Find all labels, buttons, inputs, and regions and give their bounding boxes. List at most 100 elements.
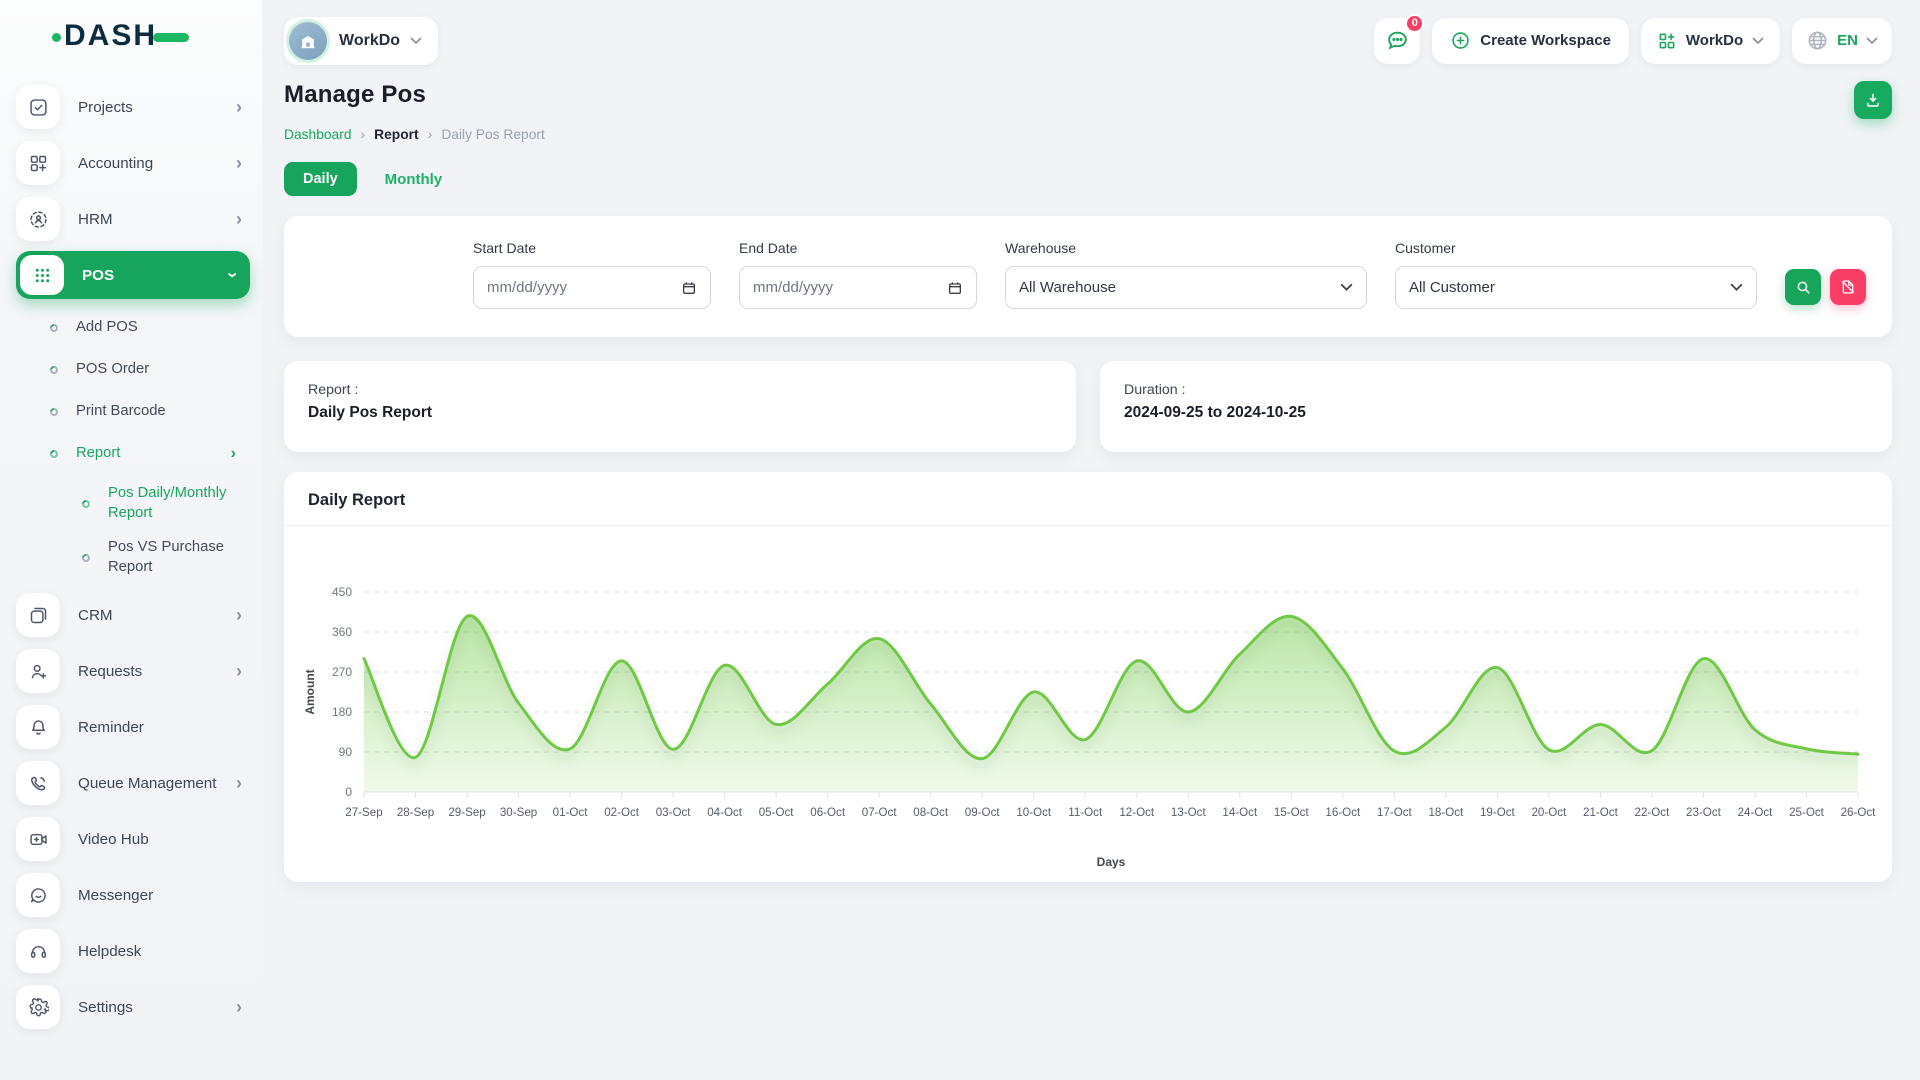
chevron-right-icon: › [236, 774, 242, 792]
tab-daily[interactable]: Daily [284, 162, 357, 196]
title-row: Manage Pos [284, 81, 1892, 119]
svg-text:29-Sep: 29-Sep [448, 806, 485, 819]
bullet-ring-icon [48, 448, 59, 459]
chevron-right-icon: › [236, 98, 242, 116]
duration-value: 2024-09-25 to 2024-10-25 [1124, 404, 1868, 422]
download-button[interactable] [1854, 81, 1892, 119]
tab-monthly[interactable]: Monthly [385, 171, 443, 188]
grid-plus-icon [16, 141, 60, 185]
svg-text:17-Oct: 17-Oct [1377, 806, 1413, 819]
svg-text:10-Oct: 10-Oct [1016, 806, 1052, 819]
logo-dash-icon [153, 33, 189, 42]
sidebar-menu: Projects › Accounting › HRM › [0, 71, 262, 1049]
warehouse-select[interactable]: All Warehouse [1005, 266, 1367, 309]
svg-text:25-Oct: 25-Oct [1789, 806, 1825, 819]
svg-text:13-Oct: 13-Oct [1171, 806, 1207, 819]
calendar-icon [947, 280, 963, 296]
chevron-down-icon [410, 37, 422, 45]
search-icon [1795, 279, 1812, 296]
svg-text:21-Oct: 21-Oct [1583, 806, 1619, 819]
svg-text:04-Oct: 04-Oct [707, 806, 743, 819]
chart-header: Daily Report [284, 472, 1892, 526]
reset-filter-button[interactable] [1830, 269, 1866, 305]
chevron-down-icon [1866, 37, 1878, 45]
filter-card: Start Date mm/dd/yyyy End Date mm/dd/yyy… [284, 216, 1892, 337]
svg-text:0: 0 [345, 785, 352, 799]
sidebar-item-accounting[interactable]: Accounting › [16, 139, 250, 187]
sidebar-item-pos-order[interactable]: POS Order [16, 349, 250, 391]
sidebar-item-reminder[interactable]: Reminder [16, 703, 250, 751]
chevron-down-icon [1340, 283, 1353, 292]
svg-text:22-Oct: 22-Oct [1635, 806, 1671, 819]
sidebar-item-video-hub[interactable]: Video Hub [16, 815, 250, 863]
breadcrumb: Dashboard › Report › Daily Pos Report [284, 126, 1892, 142]
bullet-ring-icon [48, 406, 59, 417]
chevron-right-icon: › [236, 210, 242, 228]
svg-text:27-Sep: 27-Sep [345, 806, 382, 819]
headset-icon [16, 929, 60, 973]
chart-area: 09018027036045027-Sep28-Sep29-Sep30-Sep0… [284, 526, 1892, 882]
filter-buttons [1785, 269, 1866, 305]
sidebar-item-settings[interactable]: Settings › [16, 983, 250, 1031]
browser-window-icon [16, 593, 60, 637]
create-workspace-button[interactable]: Create Workspace [1432, 18, 1629, 64]
end-date-input[interactable]: mm/dd/yyyy [739, 266, 977, 309]
search-button[interactable] [1785, 269, 1821, 305]
customer-select[interactable]: All Customer [1395, 266, 1757, 309]
svg-text:23-Oct: 23-Oct [1686, 806, 1722, 819]
breadcrumb-dashboard[interactable]: Dashboard [284, 127, 352, 142]
report-value: Daily Pos Report [308, 404, 1052, 422]
start-date-input[interactable]: mm/dd/yyyy [473, 266, 711, 309]
svg-text:02-Oct: 02-Oct [604, 806, 640, 819]
breadcrumb-report[interactable]: Report [374, 127, 418, 142]
sidebar-item-pos-daily-monthly-report[interactable]: Pos Daily/Monthly Report [16, 479, 250, 529]
svg-text:09-Oct: 09-Oct [965, 806, 1001, 819]
svg-text:11-Oct: 11-Oct [1068, 806, 1103, 819]
calendar-icon [681, 280, 697, 296]
language-selector[interactable]: EN [1792, 18, 1892, 64]
sidebar-item-hrm[interactable]: HRM › [16, 195, 250, 243]
workspace-avatar [289, 22, 327, 60]
svg-text:90: 90 [339, 745, 353, 759]
duration-label: Duration : [1124, 382, 1868, 398]
svg-text:08-Oct: 08-Oct [913, 806, 949, 819]
report-summary-card: Report : Daily Pos Report [284, 361, 1076, 452]
sidebar-item-print-barcode[interactable]: Print Barcode [16, 391, 250, 433]
chart-title: Daily Report [308, 491, 1868, 510]
phone-call-icon [16, 761, 60, 805]
svg-text:360: 360 [332, 625, 352, 639]
topbar-actions: 0 Create Workspace WorkDo EN [1374, 18, 1892, 64]
sidebar-item-projects[interactable]: Projects › [16, 83, 250, 131]
workspace-menu-button[interactable]: WorkDo [1641, 18, 1780, 64]
svg-text:18-Oct: 18-Oct [1428, 806, 1464, 819]
user-plus-icon [16, 649, 60, 693]
globe-icon [1806, 29, 1829, 52]
sidebar-item-pos-vs-purchase-report[interactable]: Pos VS Purchase Report [16, 533, 250, 583]
chevron-right-icon: › [428, 126, 433, 142]
chevron-down-icon [1752, 37, 1764, 45]
brand-logo[interactable]: DASH [0, 0, 262, 71]
workspace-switcher[interactable]: WorkDo [284, 17, 438, 65]
customer-label: Customer [1395, 240, 1757, 256]
messages-button[interactable]: 0 [1374, 18, 1420, 64]
sidebar-item-pos[interactable]: POS › [16, 251, 250, 299]
logo-dot-icon [52, 33, 61, 42]
summary-row: Report : Daily Pos Report Duration : 202… [284, 361, 1892, 452]
svg-text:05-Oct: 05-Oct [759, 806, 795, 819]
messages-badge: 0 [1405, 14, 1424, 33]
report-label: Report : [308, 382, 1052, 398]
sidebar-item-add-pos[interactable]: Add POS [16, 307, 250, 349]
logo-text: DASH [64, 19, 157, 53]
sidebar-item-helpdesk[interactable]: Helpdesk [16, 927, 250, 975]
video-camera-icon [16, 817, 60, 861]
sidebar-item-messenger[interactable]: Messenger [16, 871, 250, 919]
sidebar-item-report[interactable]: Report › [16, 433, 250, 475]
sidebar-item-queue-management[interactable]: Queue Management › [16, 759, 250, 807]
bell-icon [16, 705, 60, 749]
main-area: WorkDo 0 Create Workspace WorkDo [262, 0, 1920, 1080]
sidebar-item-crm[interactable]: CRM › [16, 591, 250, 639]
chevron-right-icon: › [236, 998, 242, 1016]
sidebar-item-requests[interactable]: Requests › [16, 647, 250, 695]
svg-text:16-Oct: 16-Oct [1325, 806, 1361, 819]
content: Manage Pos Dashboard › Report › Daily Po… [262, 71, 1920, 882]
